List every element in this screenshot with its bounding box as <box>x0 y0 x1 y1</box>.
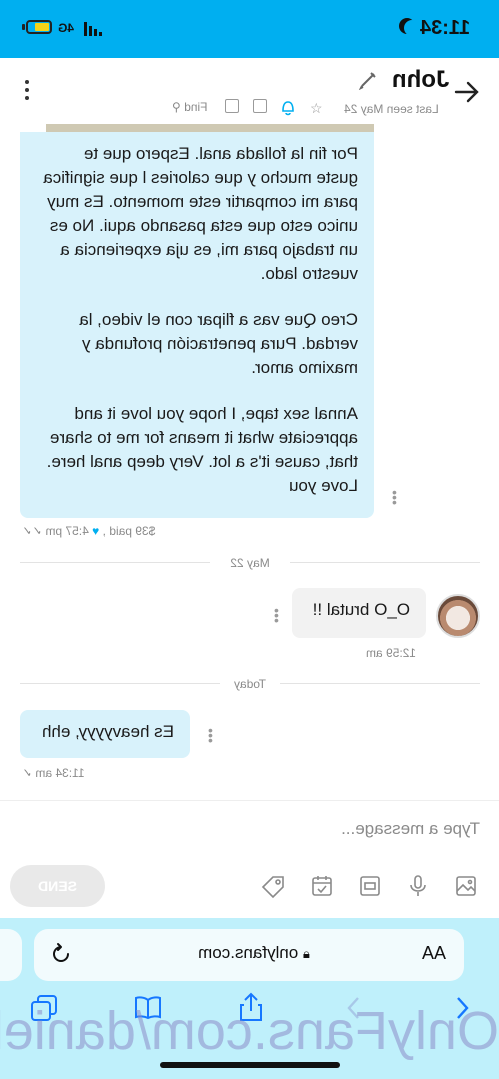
avatar[interactable] <box>436 594 480 638</box>
sent-check-icon: ✓ <box>22 766 33 780</box>
reply-text: O_O brutal !! <box>312 600 410 619</box>
message-meta-last: 11:34 am ✓ <box>22 766 112 780</box>
find-label: Find <box>184 100 208 114</box>
date-divider-line <box>20 562 210 563</box>
message-paragraph: Creo Que vas a flipar con el video, la v… <box>79 310 358 377</box>
date-separator: Today <box>233 677 267 691</box>
message-options-icon[interactable]: • • • <box>208 723 213 747</box>
date-separator: May 22 <box>230 556 270 570</box>
last-message-text: Es heavyyyy, ehh <box>42 722 174 741</box>
message-paragraph: Annal sex tape, I hope you love it and a… <box>46 404 358 495</box>
find-button[interactable]: Find ⚲ <box>172 100 207 114</box>
message-bubble-long[interactable]: Por fin la follada anal. Espero que te g… <box>20 132 374 518</box>
send-label: SEND <box>38 878 77 894</box>
microphone-icon[interactable] <box>406 874 430 903</box>
bell-icon[interactable] <box>280 98 296 121</box>
previous-tab-preview[interactable] <box>0 929 22 981</box>
chat-header: John Last seen May 24 ☆ Find ⚲ <box>0 58 499 125</box>
message-body: Por fin la follada anal. Espero que te g… <box>40 142 358 498</box>
signal-icon <box>84 20 104 36</box>
message-meta-long: $39 paid , ♥ 4:57 pm ✓✓ <box>22 524 156 538</box>
url-bar[interactable]: 🔒︎ onlyfans.com AA <box>34 929 464 981</box>
contact-name[interactable]: John <box>392 66 449 94</box>
message-options-icon[interactable]: • • • <box>274 603 279 627</box>
gallery-icon[interactable] <box>225 99 239 113</box>
message-paragraph: Por fin la follada anal. Espero que te g… <box>43 144 358 283</box>
status-time: 11:34 <box>420 17 471 39</box>
image-upload-icon[interactable] <box>454 874 478 903</box>
message-time: 11:34 am <box>35 766 85 780</box>
battery-icon <box>26 20 52 34</box>
more-menu-button[interactable] <box>22 80 32 106</box>
back-arrow-icon[interactable] <box>454 80 480 109</box>
media-preview-strip[interactable] <box>46 124 374 132</box>
reload-icon[interactable] <box>48 941 74 972</box>
watermark: OnlyFans.com/danielablume <box>0 1001 499 1061</box>
read-check-icon: ✓✓ <box>22 524 43 538</box>
search-icon: ⚲ <box>172 100 181 114</box>
price-tag-icon[interactable] <box>260 874 286 905</box>
lock-icon: 🔒︎ <box>303 946 310 961</box>
message-bubble-last[interactable]: Es heavyyyy, ehh <box>20 710 190 758</box>
message-composer: Type a message... SEND <box>0 800 499 919</box>
heart-icon: ♥ <box>92 524 100 538</box>
date-divider-line <box>290 562 480 563</box>
status-bar: 4G 11:34 <box>0 0 499 58</box>
schedule-icon[interactable] <box>310 874 334 903</box>
send-button[interactable]: SEND <box>10 865 105 907</box>
url-text: 🔒︎ onlyfans.com <box>144 943 364 963</box>
chat-area[interactable]: Por fin la follada anal. Espero que te g… <box>0 124 499 800</box>
date-divider-line <box>280 683 480 684</box>
vault-icon[interactable] <box>358 874 382 903</box>
message-placeholder: Type a message... <box>341 819 480 838</box>
message-time: 4:57 pm <box>45 524 89 538</box>
edit-name-icon[interactable] <box>358 70 378 95</box>
url-label: onlyfans.com <box>198 943 299 962</box>
tag-icon[interactable] <box>253 99 267 113</box>
message-bubble-reply[interactable]: O_O brutal !! <box>292 588 426 638</box>
date-divider-line <box>20 683 220 684</box>
message-input[interactable]: Type a message... <box>20 815 480 847</box>
network-label: 4G <box>58 21 75 35</box>
reply-time: 12:59 am <box>366 646 417 660</box>
home-indicator[interactable] <box>160 1062 340 1068</box>
moon-icon <box>404 20 420 36</box>
message-options-icon[interactable]: • • • <box>392 485 397 509</box>
price-paid-label: $39 paid <box>109 524 156 538</box>
star-icon[interactable]: ☆ <box>310 100 323 117</box>
last-seen-label: Last seen May 24 <box>344 102 439 116</box>
reader-aa-button[interactable]: AA <box>422 943 446 964</box>
